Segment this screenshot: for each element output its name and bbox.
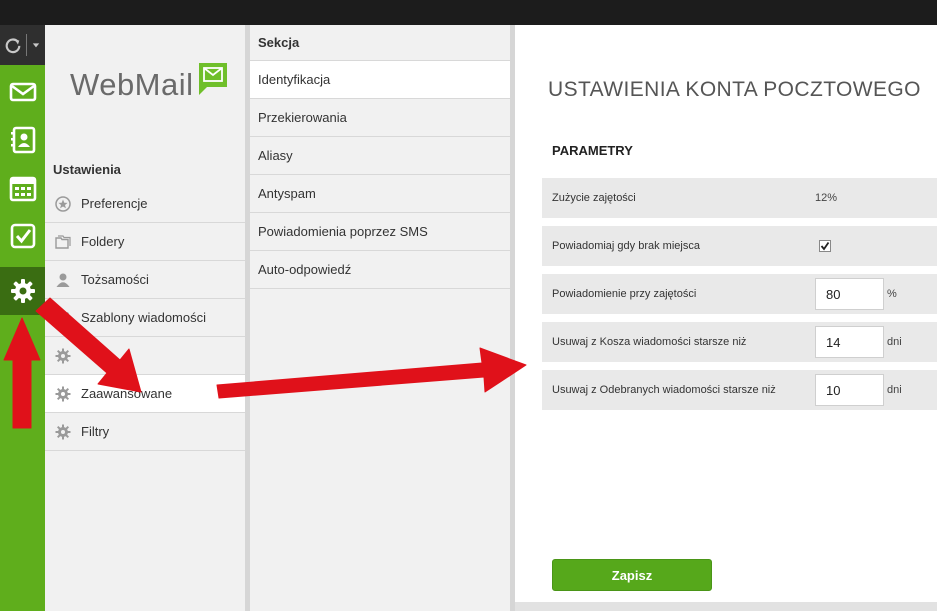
gear-icon [55,348,71,363]
settings-item-label: Szablony wiadomości [81,310,207,325]
rail-item-mail[interactable] [0,68,45,116]
usage-value: 12% [815,192,838,204]
logo-envelope-icon [198,63,227,95]
account-settings-panel: USTAWIENIA KONTA POCZTOWEGO PARAMETRY Zu… [515,25,937,611]
rail-item-settings[interactable] [0,267,45,315]
section-item-autoreply[interactable]: Auto-odpowiedź [250,251,510,289]
settings-item-filters[interactable]: Filtry [45,413,245,451]
section-heading: Sekcja [250,25,510,61]
param-label: Usuwaj z Odebranych wiadomości starsze n… [552,384,776,396]
mail-icon [9,82,36,102]
settings-heading: Ustawienia [53,162,121,177]
settings-item-label: Preferencje [81,196,148,211]
unit-label: dni [887,336,902,348]
section-item-aliases[interactable]: Aliasy [250,137,510,175]
chevron-down-icon[interactable] [32,41,40,49]
rail-item-tasks[interactable] [0,212,45,260]
bottom-strip [515,602,937,611]
star-icon [55,195,71,212]
settings-item-identities[interactable]: Tożsamości [45,261,245,299]
contacts-icon [10,126,35,154]
param-row-usage: Zużycie zajętości 12% [542,178,937,218]
settings-item-label: Filtry [81,424,110,439]
section-item-identification[interactable]: Identyfikacja [250,61,510,99]
logo-text: WebMail [70,67,194,102]
notify-full-checkbox[interactable] [819,240,831,252]
notify-threshold-input[interactable] [815,278,884,310]
settings-item-preferences[interactable]: Preferencje [45,185,245,223]
settings-item-label: Tożsamości [81,272,149,287]
page-title: USTAWIENIA KONTA POCZTOWEGO [548,78,921,101]
settings-item-templates[interactable]: Szablony wiadomości [45,299,245,337]
settings-panel: WebMail Ustawienia Preferencje Foldery T… [45,25,245,611]
gear-icon [55,424,71,439]
param-label: Usuwaj z Kosza wiadomości starsze niż [552,336,747,348]
checkmark-icon [820,241,830,251]
trash-age-input[interactable] [815,326,884,358]
param-row-trash-age: Usuwaj z Kosza wiadomości starsze niż dn… [542,322,937,362]
unit-label: dni [887,384,902,396]
app-rail [0,25,45,611]
tasks-icon [10,223,35,249]
gear-icon [10,279,35,303]
settings-item-hidden[interactable] [45,337,245,375]
section-panel: Sekcja Identyfikacja Przekierowania Alia… [250,25,510,611]
settings-item-label: Zaawansowane [81,386,173,401]
param-row-inbox-age: Usuwaj z Odebranych wiadomości starsze n… [542,370,937,410]
settings-item-label: Foldery [81,234,125,249]
save-button[interactable]: Zapisz [552,559,712,591]
settings-list: Preferencje Foldery Tożsamości Szablony … [45,185,245,451]
rail-item-contacts[interactable] [0,116,45,164]
params-heading: PARAMETRY [552,143,633,158]
section-item-sms-notifications[interactable]: Powiadomienia poprzez SMS [250,213,510,251]
param-label: Zużycie zajętości [552,192,636,204]
rail-item-calendar[interactable] [0,164,45,212]
toolbar-divider [26,34,27,56]
settings-item-advanced[interactable]: Zaawansowane [45,375,245,413]
param-row-notify-full: Powiadomiaj gdy brak miejsca [542,226,937,266]
unit-label: % [887,288,897,300]
top-bar [0,0,937,25]
gear-icon [55,386,71,401]
rail-toolbar [0,25,45,65]
section-item-forwarding[interactable]: Przekierowania [250,99,510,137]
param-row-notify-threshold: Powiadomienie przy zajętości % [542,274,937,314]
gear-icon [55,310,71,325]
folder-icon [55,234,71,249]
settings-item-folders[interactable]: Foldery [45,223,245,261]
section-item-antispam[interactable]: Antyspam [250,175,510,213]
refresh-icon[interactable] [4,36,22,54]
webmail-logo: WebMail [70,63,230,103]
user-icon [56,273,70,287]
param-label: Powiadomienie przy zajętości [552,288,697,300]
inbox-age-input[interactable] [815,374,884,406]
calendar-icon [9,176,36,202]
param-label: Powiadomiaj gdy brak miejsca [552,240,700,252]
